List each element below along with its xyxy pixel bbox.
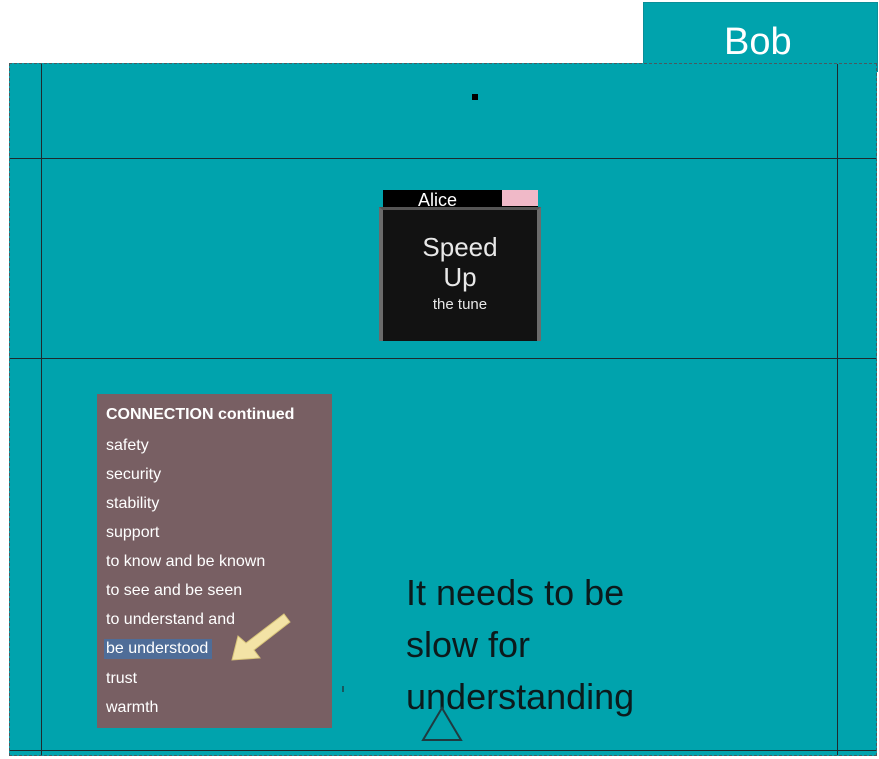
note-line1: It needs to be [406, 572, 625, 613]
list-item-highlighted: be understood [104, 639, 213, 659]
speed-card-line1: Speed [422, 232, 498, 262]
sticky-text-note[interactable]: It needs to be slow for understanding [406, 567, 726, 723]
speed-card-line2: Up [443, 262, 477, 292]
row-divider-3 [10, 750, 876, 751]
alice-user-tag: Alice [383, 190, 538, 208]
list-item: security [106, 466, 162, 483]
user-tab-label: Bob [724, 21, 792, 63]
speed-card-line3: the tune [432, 296, 488, 313]
connection-card-title: CONNECTION continued [106, 406, 295, 423]
connection-card[interactable]: CONNECTION continued safety security sta… [97, 394, 332, 728]
alice-name-label: Alice [418, 190, 458, 208]
row-divider-2 [10, 358, 876, 359]
list-item: trust [106, 670, 138, 687]
list-item: to know and be known [106, 553, 266, 570]
list-item: warmth [106, 699, 159, 716]
list-item: to understand and [106, 611, 235, 628]
whiteboard[interactable]: Alice Speed Up the tune CONNECTION conti… [9, 63, 877, 756]
list-item: support [106, 524, 160, 541]
cursor-dot [472, 94, 478, 100]
alice-color-swatch [502, 190, 538, 206]
triangle-shape-icon[interactable] [421, 706, 463, 742]
speed-up-card[interactable]: Speed Up the tune [379, 207, 541, 341]
small-mark [342, 686, 344, 692]
list-item: safety [106, 437, 149, 454]
user-tab-bob[interactable]: Bob [643, 2, 878, 72]
column-divider-right [837, 64, 838, 755]
note-line2: slow for [406, 624, 531, 665]
list-item: to see and be seen [106, 582, 243, 599]
column-divider-left [41, 64, 42, 755]
pointer-arrow-icon [231, 613, 291, 661]
row-divider-1 [10, 158, 876, 159]
list-item: stability [106, 495, 160, 512]
